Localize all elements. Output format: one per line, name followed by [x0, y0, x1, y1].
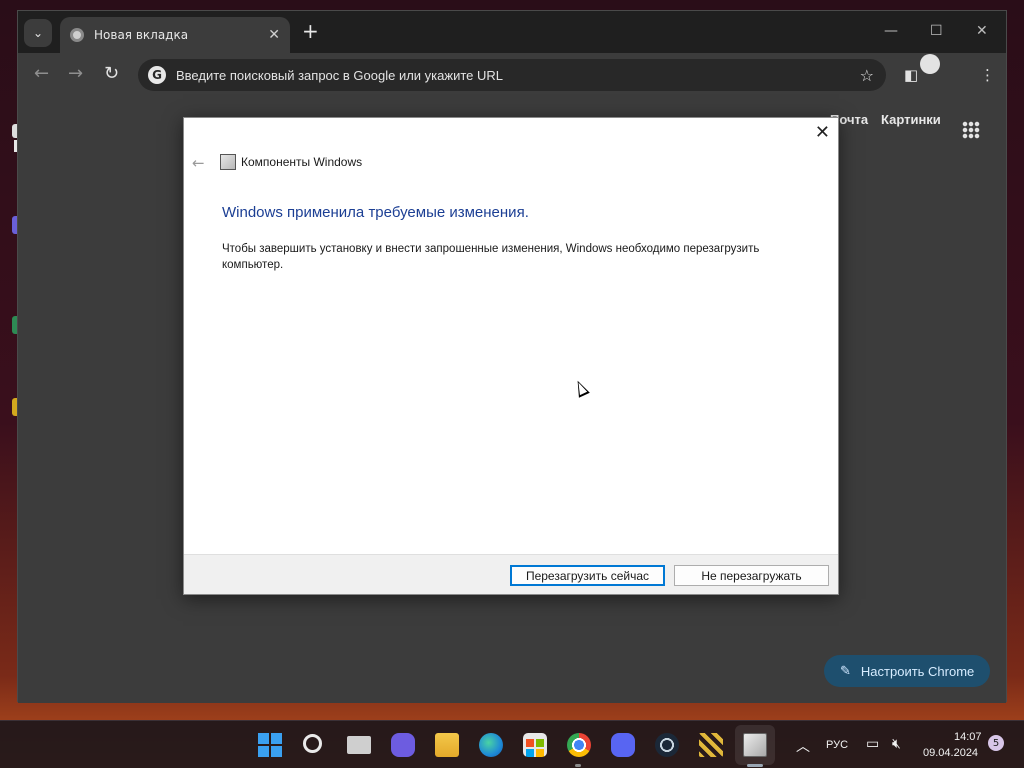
customize-chrome-button[interactable]: ✎ Настроить Chrome [824, 655, 990, 687]
language-indicator[interactable]: РУС [826, 739, 848, 751]
back-icon[interactable]: ← [34, 65, 49, 83]
chrome-icon[interactable] [567, 733, 591, 757]
clock-time[interactable]: 14:07 [954, 731, 982, 743]
dialog-title: Компоненты Windows [241, 155, 363, 169]
toolbar: ← → ↻ G Введите поисковый запрос в Googl… [18, 53, 1006, 99]
show-hidden-icons[interactable]: ︿ [796, 736, 810, 756]
active-app-indicator [747, 764, 763, 767]
tab-search-button[interactable]: ⌄ [24, 19, 52, 47]
search-icon[interactable] [303, 734, 322, 753]
minimize-icon[interactable]: — [884, 23, 898, 39]
file-explorer-icon[interactable] [435, 733, 459, 757]
close-icon[interactable]: ✕ [815, 122, 830, 143]
running-app-indicator [575, 764, 581, 767]
maximize-icon[interactable]: ☐ [930, 23, 943, 39]
new-tab-button[interactable]: + [302, 21, 319, 41]
notification-badge[interactable]: 5 [988, 735, 1004, 751]
app-icon[interactable] [699, 733, 723, 757]
clock-date[interactable]: 09.04.2024 [923, 747, 978, 759]
windows-features-icon [220, 154, 236, 170]
address-placeholder: Введите поисковый запрос в Google или ук… [176, 67, 503, 83]
side-panel-icon[interactable]: ◧ [904, 66, 918, 84]
pencil-icon: ✎ [840, 663, 851, 678]
menu-icon[interactable]: ⋮ [980, 66, 995, 84]
close-window-icon[interactable]: ✕ [976, 23, 988, 39]
restart-now-button[interactable]: Перезагрузить сейчас [510, 565, 665, 586]
discord-icon[interactable] [611, 733, 635, 757]
profile-icon[interactable] [920, 54, 940, 74]
store-icon[interactable] [523, 733, 547, 757]
back-arrow-icon[interactable]: ← [192, 154, 205, 172]
edge-icon[interactable] [479, 733, 503, 757]
dialog-footer: Перезагрузить сейчас Не перезагружать [184, 554, 838, 594]
tab-strip: ⌄ Новая вкладка ✕ + — ☐ ✕ [18, 11, 1006, 53]
taskbar: ︿ РУС ▭ 🔇︎ 14:07 09.04.2024 [0, 720, 1024, 768]
bookmark-star-icon[interactable]: ☆ [860, 66, 874, 85]
reload-icon[interactable]: ↻ [104, 65, 119, 83]
tab-new-tab[interactable]: Новая вкладка ✕ [60, 17, 290, 53]
tab-title: Новая вкладка [94, 28, 189, 42]
close-tab-icon[interactable]: ✕ [268, 27, 280, 43]
chevron-down-icon: ⌄ [32, 26, 44, 40]
network-icon[interactable]: ▭ [866, 735, 879, 752]
address-bar[interactable]: G Введите поисковый запрос в Google или … [138, 59, 886, 91]
windows-features-dialog: ✕ ← Компоненты Windows Windows применила… [183, 117, 839, 595]
customize-label: Настроить Chrome [860, 663, 975, 679]
meet-icon[interactable] [391, 733, 415, 757]
windows-features-icon[interactable] [743, 733, 767, 757]
chrome-favicon-icon [70, 28, 84, 42]
dialog-heading: Windows применила требуемые изменения. [222, 204, 529, 221]
ntp-link-images[interactable]: Картинки [881, 112, 941, 127]
volume-muted-icon[interactable]: 🔇︎ [892, 735, 901, 752]
forward-icon[interactable]: → [68, 65, 83, 83]
steam-icon[interactable] [655, 733, 679, 757]
google-icon: G [148, 66, 166, 84]
apps-grid-icon[interactable] [962, 121, 980, 139]
start-icon[interactable] [258, 733, 282, 757]
dialog-body: Чтобы завершить установку и внести запро… [222, 243, 760, 271]
dont-restart-button[interactable]: Не перезагружать [674, 565, 829, 586]
task-view-icon[interactable] [347, 736, 371, 754]
